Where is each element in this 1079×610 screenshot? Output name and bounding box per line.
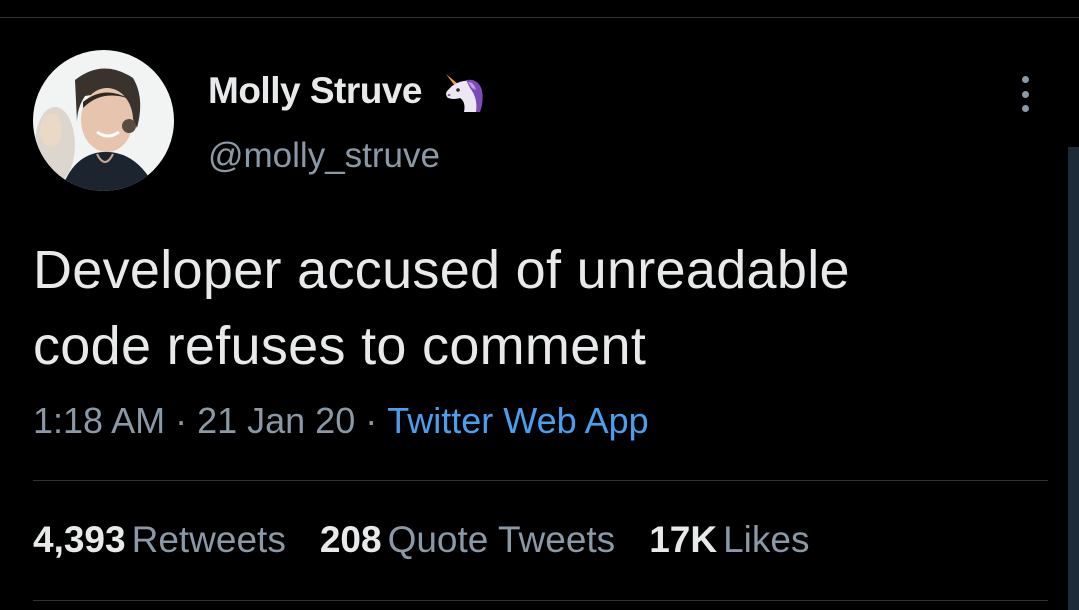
quote-tweets-label: Quote Tweets	[387, 519, 616, 560]
tweet-text-line: code refuses to comment	[33, 316, 647, 376]
scrollbar[interactable]	[1068, 147, 1079, 610]
tweet-date[interactable]: 21 Jan 20	[197, 400, 355, 441]
more-vertical-icon	[1021, 76, 1029, 83]
quote-tweets-count: 208	[319, 519, 382, 560]
display-name[interactable]: Molly Struve	[208, 70, 423, 112]
stats-top-divider	[33, 480, 1048, 481]
meta-separator: ·	[175, 400, 188, 441]
more-options-button[interactable]	[1010, 72, 1040, 116]
quote-tweets-stat[interactable]: 208 Quote Tweets	[320, 519, 615, 561]
more-vertical-icon	[1021, 105, 1029, 112]
tweet-source-link[interactable]: Twitter Web App	[387, 400, 648, 441]
stats-bottom-divider	[33, 600, 1048, 601]
avatar[interactable]	[33, 50, 174, 191]
author-handle[interactable]: @molly_struve	[208, 136, 440, 176]
likes-label: Likes	[723, 519, 810, 560]
more-vertical-icon	[1021, 90, 1029, 98]
tweet-text: Developer accused of unreadable code ref…	[33, 232, 1033, 384]
likes-count: 17K	[649, 519, 718, 560]
likes-stat[interactable]: 17K Likes	[649, 519, 809, 561]
unicorn-icon	[438, 68, 484, 114]
tweet-stats: 4,393 Retweets 208 Quote Tweets 17K Likes	[33, 519, 843, 561]
retweets-stat[interactable]: 4,393 Retweets	[33, 519, 286, 561]
author-name-row: Molly Struve	[208, 65, 484, 117]
retweets-label: Retweets	[131, 519, 286, 560]
top-divider	[0, 17, 1079, 18]
tweet-text-line: Developer accused of unreadable	[33, 240, 850, 300]
retweets-count: 4,393	[33, 519, 126, 560]
tweet-time[interactable]: 1:18 AM	[33, 400, 165, 441]
meta-separator: ·	[365, 400, 378, 441]
avatar-image	[33, 50, 174, 191]
tweet-meta: 1:18 AM · 21 Jan 20 · Twitter Web App	[33, 400, 649, 442]
